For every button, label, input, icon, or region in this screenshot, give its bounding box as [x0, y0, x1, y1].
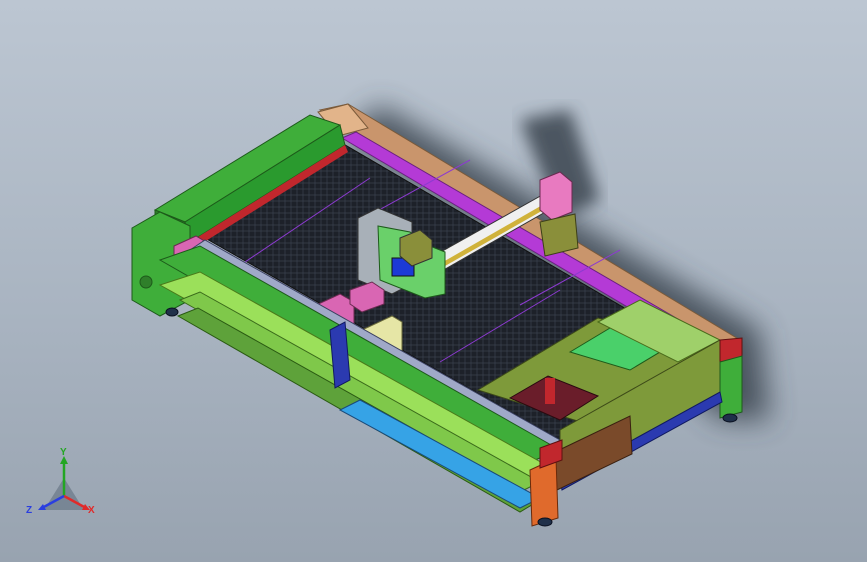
left-end-port [139, 275, 153, 289]
gantry-end-block[interactable] [539, 213, 579, 257]
triad-graphic [38, 456, 90, 510]
view-orientation-triad[interactable]: Y Z X [24, 448, 104, 528]
graphics-viewport[interactable]: Y Z X [0, 0, 867, 562]
front-orange-leg[interactable] [529, 457, 559, 527]
right-pit-post [545, 378, 555, 404]
triad-z-label: Z [26, 505, 33, 516]
triad-y-label: Y [60, 447, 67, 458]
3d-model-view[interactable] [0, 0, 867, 562]
right-leg[interactable] [719, 355, 743, 419]
triad-x-label: X [88, 505, 95, 516]
gantry-end-carriage[interactable] [539, 171, 573, 221]
